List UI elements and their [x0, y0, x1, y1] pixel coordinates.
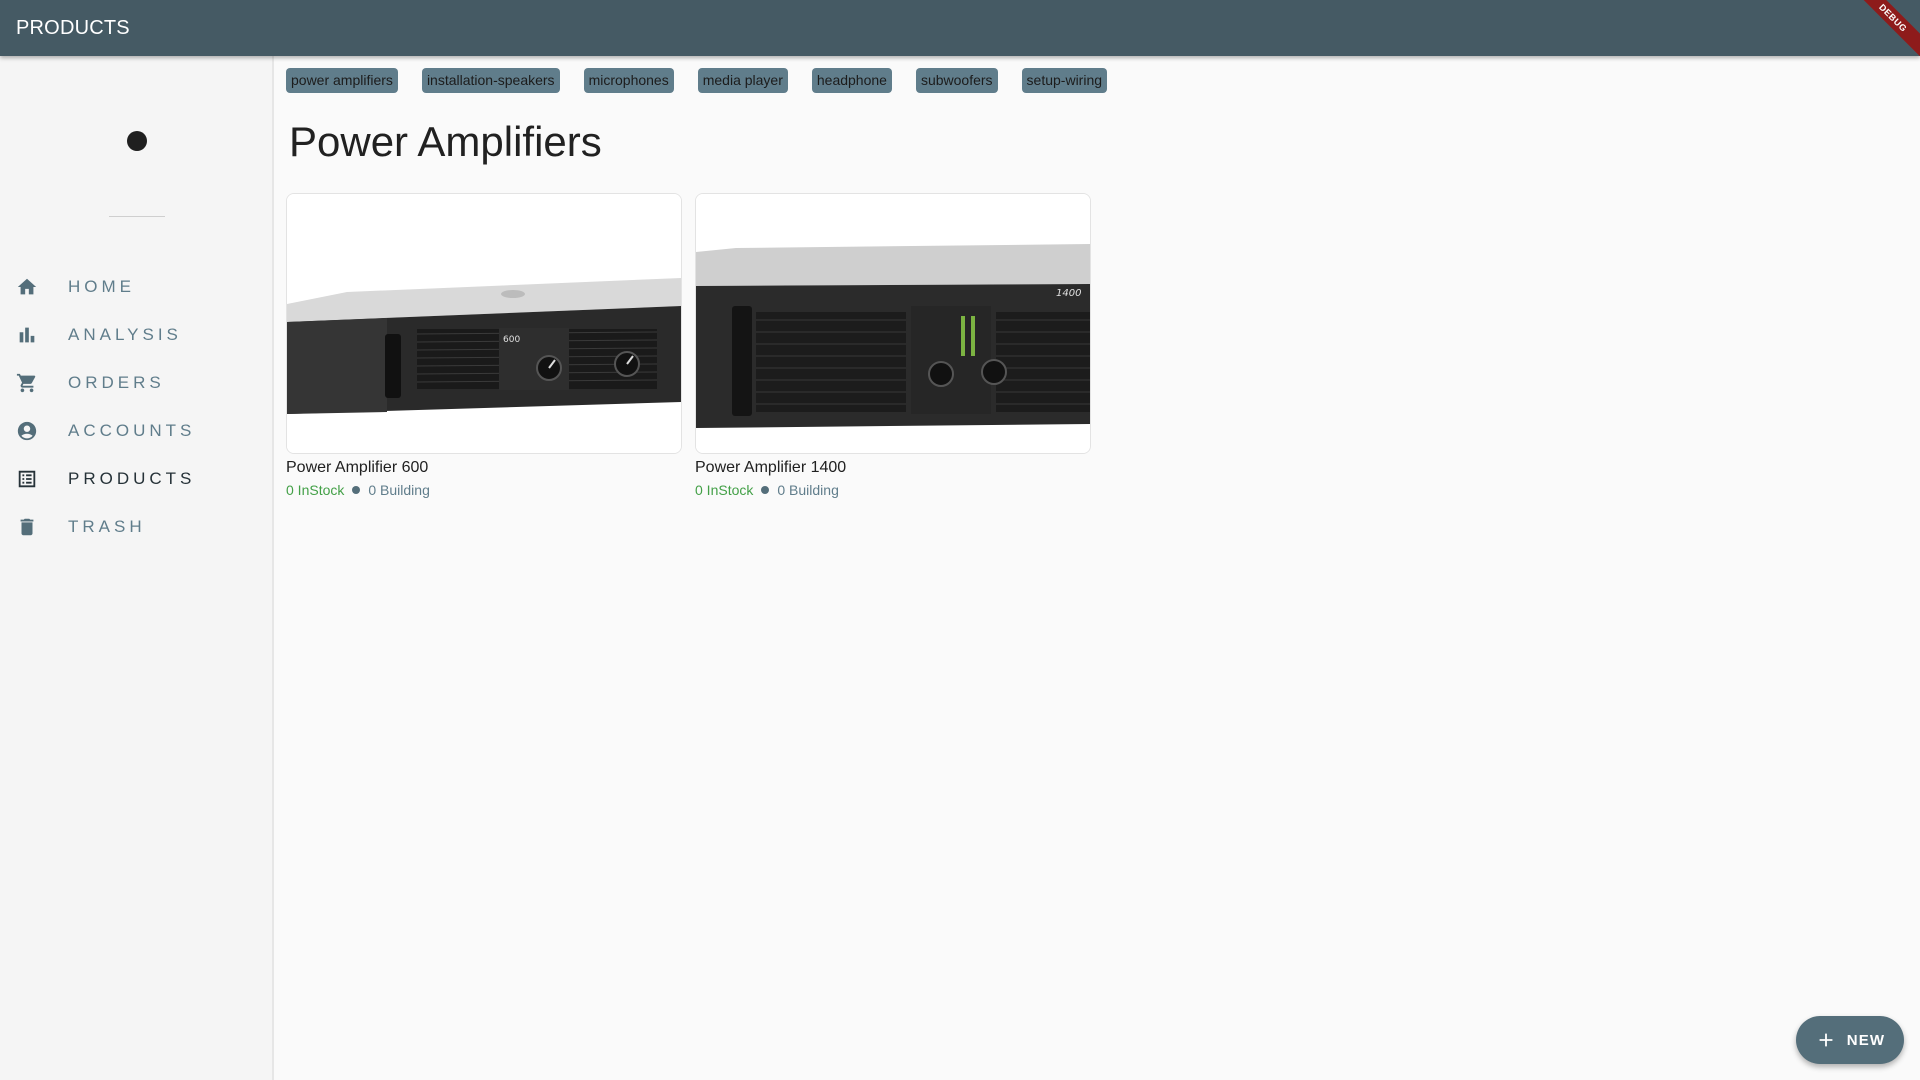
cart-icon — [16, 372, 38, 394]
category-chip[interactable]: setup-wiring — [1021, 68, 1108, 93]
amplifier-image: 600 — [287, 194, 681, 453]
plus-icon — [1815, 1029, 1837, 1051]
category-chip[interactable]: headphone — [811, 68, 892, 93]
category-chip[interactable]: subwoofers — [915, 68, 998, 93]
model-label: 1400 — [1056, 288, 1081, 299]
instock-count: 0 InStock — [286, 482, 345, 498]
product-image[interactable]: 1400 — [695, 193, 1091, 454]
sidebar-item-accounts[interactable]: ACCOUNTS — [0, 409, 272, 453]
separator-dot-icon — [352, 486, 361, 494]
sidebar-item-trash[interactable]: TRASH — [0, 505, 272, 549]
product-status: 0 InStock 0 Building — [286, 482, 682, 498]
debug-banner: DEBUG — [1841, 0, 1920, 56]
sidebar-item-products[interactable]: PRODUCTS — [0, 457, 272, 501]
product-image[interactable]: 600 — [286, 193, 682, 454]
product-name[interactable]: Power Amplifier 1400 — [695, 459, 1091, 477]
sidebar-divider — [109, 216, 165, 217]
page-title: Power Amplifiers — [289, 118, 602, 165]
sidebar: HOME ANALYSIS ORDERS ACCOUNTS PRODUCTS T… — [0, 56, 274, 1080]
model-label: 600 — [503, 335, 520, 345]
product-card[interactable]: 1400 Power Amplifier 1400 0 InStock 0 Bu… — [695, 193, 1091, 498]
amplifier-image: 1400 — [696, 194, 1090, 453]
category-chip[interactable]: installation-speakers — [421, 68, 560, 93]
product-status: 0 InStock 0 Building — [695, 482, 1091, 498]
new-button-label: NEW — [1846, 1031, 1886, 1049]
avatar[interactable] — [127, 131, 147, 151]
sidebar-item-analysis[interactable]: ANALYSIS — [0, 313, 272, 357]
sidebar-item-label: ANALYSIS — [68, 325, 182, 344]
product-card[interactable]: 600 Power Amplifier 600 0 InStock 0 Buil… — [286, 193, 682, 498]
sidebar-item-label: ACCOUNTS — [68, 421, 196, 440]
sidebar-item-label: PRODUCTS — [68, 469, 196, 488]
sidebar-item-orders[interactable]: ORDERS — [0, 361, 272, 405]
sidebar-item-label: HOME — [68, 277, 135, 296]
building-count: 0 Building — [777, 482, 839, 498]
bar-chart-icon — [16, 324, 38, 346]
product-name[interactable]: Power Amplifier 600 — [286, 459, 682, 477]
list-icon — [16, 468, 38, 490]
category-chips: power amplifiers installation-speakers m… — [286, 68, 1108, 94]
building-count: 0 Building — [368, 482, 430, 498]
sidebar-item-label: TRASH — [68, 517, 146, 536]
sidebar-item-label: ORDERS — [68, 373, 165, 392]
app-bar: PRODUCTS DEBUG — [0, 0, 1920, 56]
category-chip[interactable]: power amplifiers — [286, 68, 398, 93]
account-circle-icon — [16, 420, 38, 442]
page-header-title: PRODUCTS — [16, 17, 130, 39]
category-chip[interactable]: microphones — [583, 68, 674, 93]
trash-icon — [16, 516, 38, 538]
new-product-button[interactable]: NEW — [1796, 1016, 1904, 1064]
sidebar-item-home[interactable]: HOME — [0, 265, 272, 309]
home-icon — [16, 276, 38, 298]
instock-count: 0 InStock — [695, 482, 754, 498]
separator-dot-icon — [761, 486, 770, 494]
category-chip[interactable]: media player — [697, 68, 788, 93]
